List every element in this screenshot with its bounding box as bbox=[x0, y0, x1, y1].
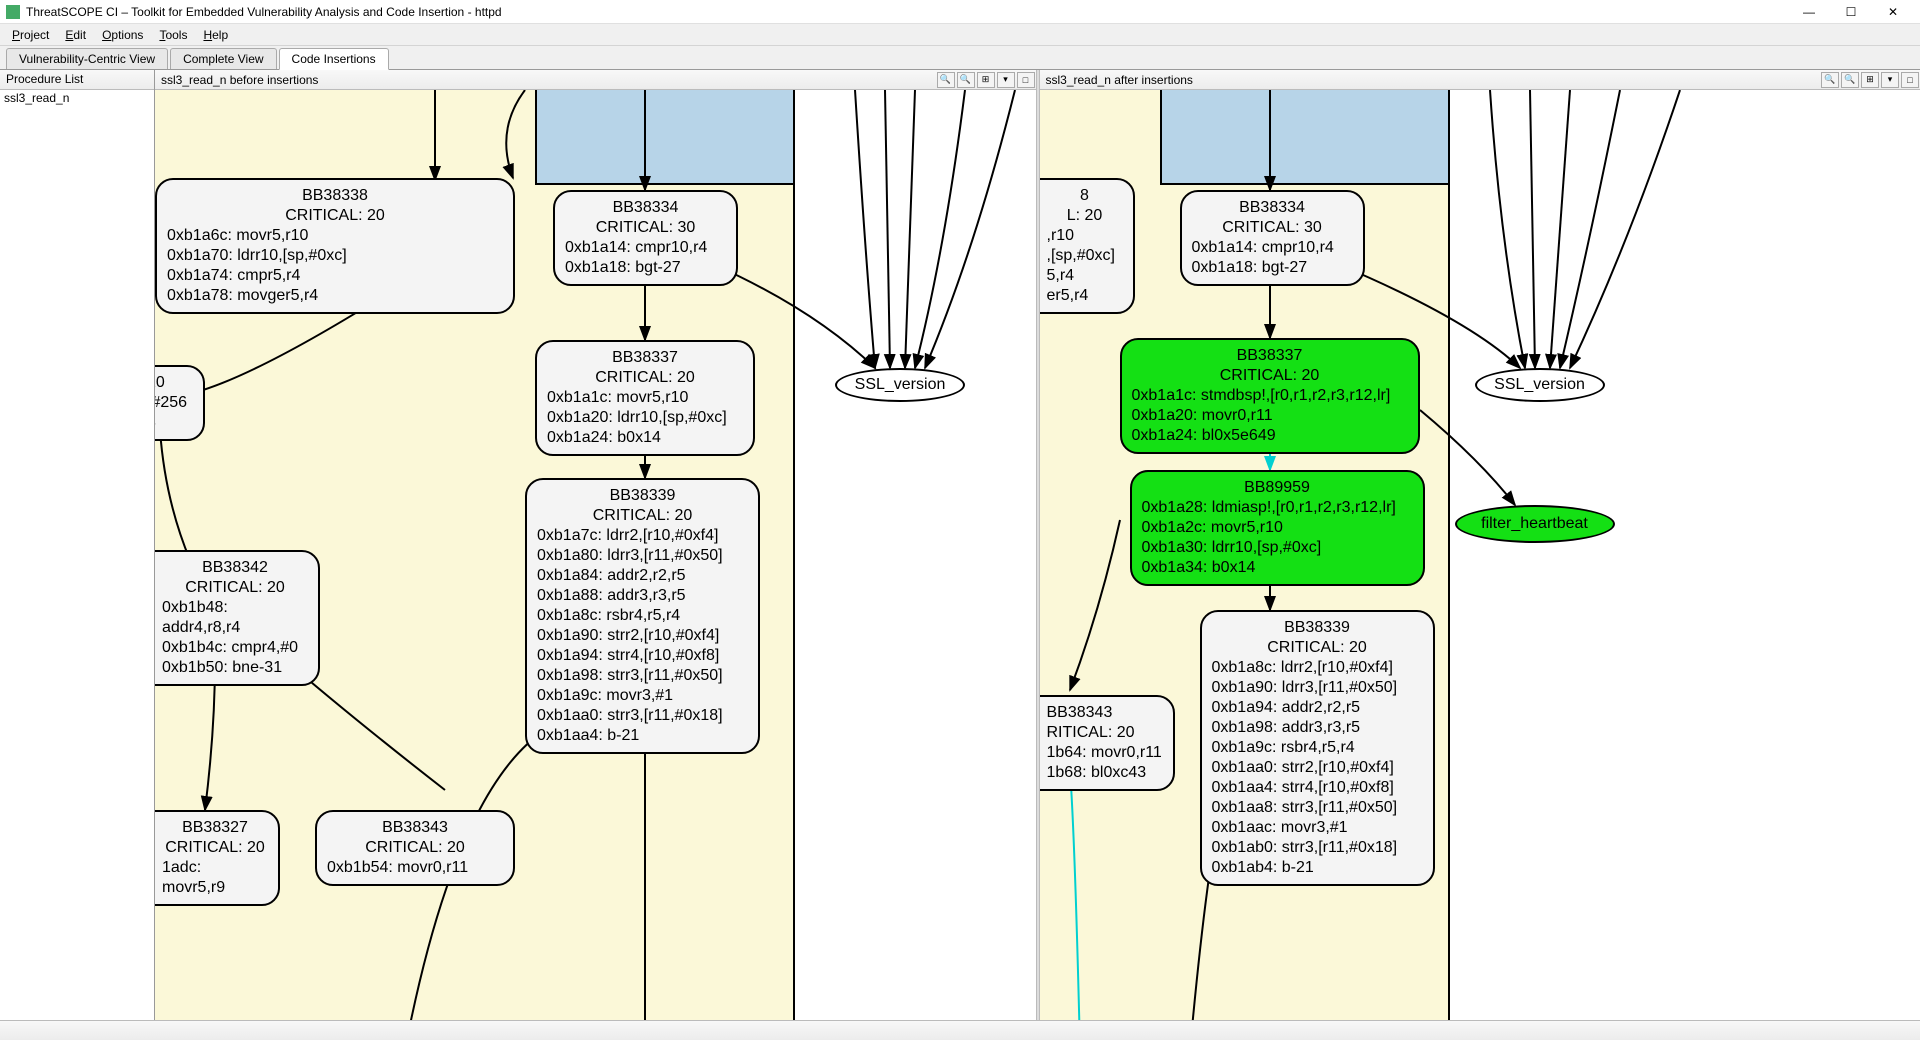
dropdown-icon[interactable]: ▾ bbox=[1881, 72, 1899, 88]
node-bb38334[interactable]: BB38334 CRITICAL: 30 0xb1a14: cmpr10,r4 … bbox=[553, 190, 738, 286]
close-button[interactable]: ✕ bbox=[1872, 1, 1914, 23]
before-graph[interactable]: BB38338 CRITICAL: 20 0xb1a6c: movr5,r10 … bbox=[155, 90, 1036, 1020]
maximize-pane-icon[interactable]: □ bbox=[1017, 72, 1035, 88]
menu-edit[interactable]: Edit bbox=[57, 26, 94, 44]
node-bb38338-after[interactable]: 8 L: 20 ,r10 ,[sp,#0xc] 5,r4 er5,r4 bbox=[1040, 178, 1135, 314]
procedure-list-header: Procedure List bbox=[0, 70, 154, 90]
node-filter-heartbeat[interactable]: filter_heartbeat bbox=[1455, 505, 1615, 543]
node-bb38343[interactable]: BB38343 CRITICAL: 20 0xb1b54: movr0,r11 bbox=[315, 810, 515, 886]
app-icon bbox=[6, 5, 20, 19]
node-partial-left[interactable]: 20 ,#256 3 bbox=[155, 365, 205, 441]
node-bb38339-after[interactable]: BB38339 CRITICAL: 20 0xb1a8c: ldrr2,[r10… bbox=[1200, 610, 1435, 886]
dropdown-icon[interactable]: ▾ bbox=[997, 72, 1015, 88]
after-pane-title: ssl3_read_n after insertions bbox=[1040, 73, 1821, 87]
status-bar bbox=[0, 1020, 1920, 1040]
node-ssl-version-after[interactable]: SSL_version bbox=[1475, 368, 1605, 402]
node-bb38343-after[interactable]: BB38343 RITICAL: 20 1b64: movr0,r11 1b68… bbox=[1040, 695, 1175, 791]
node-bb38334-after[interactable]: BB38334 CRITICAL: 30 0xb1a14: cmpr10,r4 … bbox=[1180, 190, 1365, 286]
zoom-out-icon[interactable]: 🔍 bbox=[1821, 72, 1839, 88]
node-bb38337-after[interactable]: BB38337 CRITICAL: 20 0xb1a1c: stmdbsp!,[… bbox=[1120, 338, 1420, 454]
zoom-out-icon[interactable]: 🔍 bbox=[937, 72, 955, 88]
node-bb38338[interactable]: BB38338 CRITICAL: 20 0xb1a6c: movr5,r10 … bbox=[155, 178, 515, 314]
node-bb38339[interactable]: BB38339 CRITICAL: 20 0xb1a7c: ldrr2,[r10… bbox=[525, 478, 760, 754]
tab-complete[interactable]: Complete View bbox=[170, 48, 276, 69]
node-bb38337[interactable]: BB38337 CRITICAL: 20 0xb1a1c: movr5,r10 … bbox=[535, 340, 755, 456]
tab-vulnerability[interactable]: Vulnerability-Centric View bbox=[6, 48, 168, 69]
menu-options[interactable]: Options bbox=[94, 26, 151, 44]
node-bb89959[interactable]: BB89959 0xb1a28: ldmiasp!,[r0,r1,r2,r3,r… bbox=[1130, 470, 1425, 586]
menu-project[interactable]: Project bbox=[4, 26, 57, 44]
fit-icon[interactable]: ⊞ bbox=[1861, 72, 1879, 88]
procedure-list[interactable]: ssl3_read_n bbox=[0, 90, 154, 1020]
menu-tools[interactable]: Tools bbox=[151, 26, 195, 44]
maximize-button[interactable]: ☐ bbox=[1830, 1, 1872, 23]
node-ssl-version[interactable]: SSL_version bbox=[835, 368, 965, 402]
node-bb38327[interactable]: BB38327 CRITICAL: 20 1adc: movr5,r9 bbox=[155, 810, 280, 906]
zoom-in-icon[interactable]: 🔍 bbox=[1841, 72, 1859, 88]
fit-icon[interactable]: ⊞ bbox=[977, 72, 995, 88]
zoom-in-icon[interactable]: 🔍 bbox=[957, 72, 975, 88]
node-bb38342[interactable]: BB38342 CRITICAL: 20 0xb1b48: addr4,r8,r… bbox=[155, 550, 320, 686]
procedure-item[interactable]: ssl3_read_n bbox=[0, 90, 154, 106]
maximize-pane-icon[interactable]: □ bbox=[1901, 72, 1919, 88]
menu-help[interactable]: Help bbox=[195, 26, 236, 44]
tab-code-insertions[interactable]: Code Insertions bbox=[279, 48, 389, 70]
window-title: ThreatSCOPE CI – Toolkit for Embedded Vu… bbox=[26, 5, 1788, 19]
minimize-button[interactable]: — bbox=[1788, 1, 1830, 23]
before-pane-title: ssl3_read_n before insertions bbox=[155, 73, 936, 87]
after-graph[interactable]: 8 L: 20 ,r10 ,[sp,#0xc] 5,r4 er5,r4 BB38… bbox=[1040, 90, 1920, 1020]
